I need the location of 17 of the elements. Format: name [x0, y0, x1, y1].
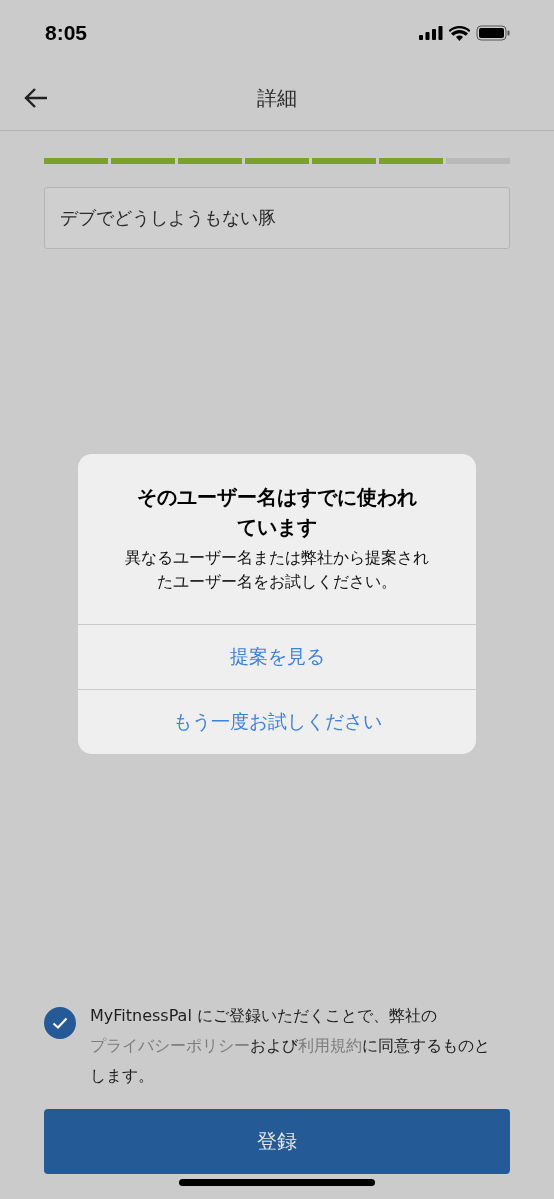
policy-link[interactable]: プライバシーポリシー	[90, 1036, 250, 1055]
signal-icon	[419, 26, 443, 40]
back-arrow-icon[interactable]	[23, 87, 49, 109]
status-time: 8:05	[45, 21, 88, 45]
checkmark-icon	[52, 1017, 68, 1029]
agreement-text: MyFitnessPal にご登録いただくことで、弊社の プライバシーポリシーおよび利用規約に同意するものとします。	[90, 1005, 491, 1087]
policy-link[interactable]: 利用規約	[298, 1036, 362, 1055]
agreement-checkbox[interactable]	[44, 1007, 76, 1039]
wifi-icon	[449, 25, 470, 41]
username-field[interactable]: デブでどうしようもない豚	[44, 187, 510, 249]
battery-icon	[476, 25, 510, 41]
screen-title: 詳細	[257, 84, 297, 112]
alert-message: 異なるユーザー名または弊社から提案されたユーザー名をお試しください。	[124, 547, 430, 593]
alert-action-button[interactable]: もう一度お試しください	[78, 689, 476, 754]
alert-title: そのユーザー名はすでに使われています	[136, 484, 418, 541]
register-button[interactable]: 登録	[44, 1109, 510, 1174]
alert-action-button[interactable]: 提案を見る	[78, 624, 476, 689]
